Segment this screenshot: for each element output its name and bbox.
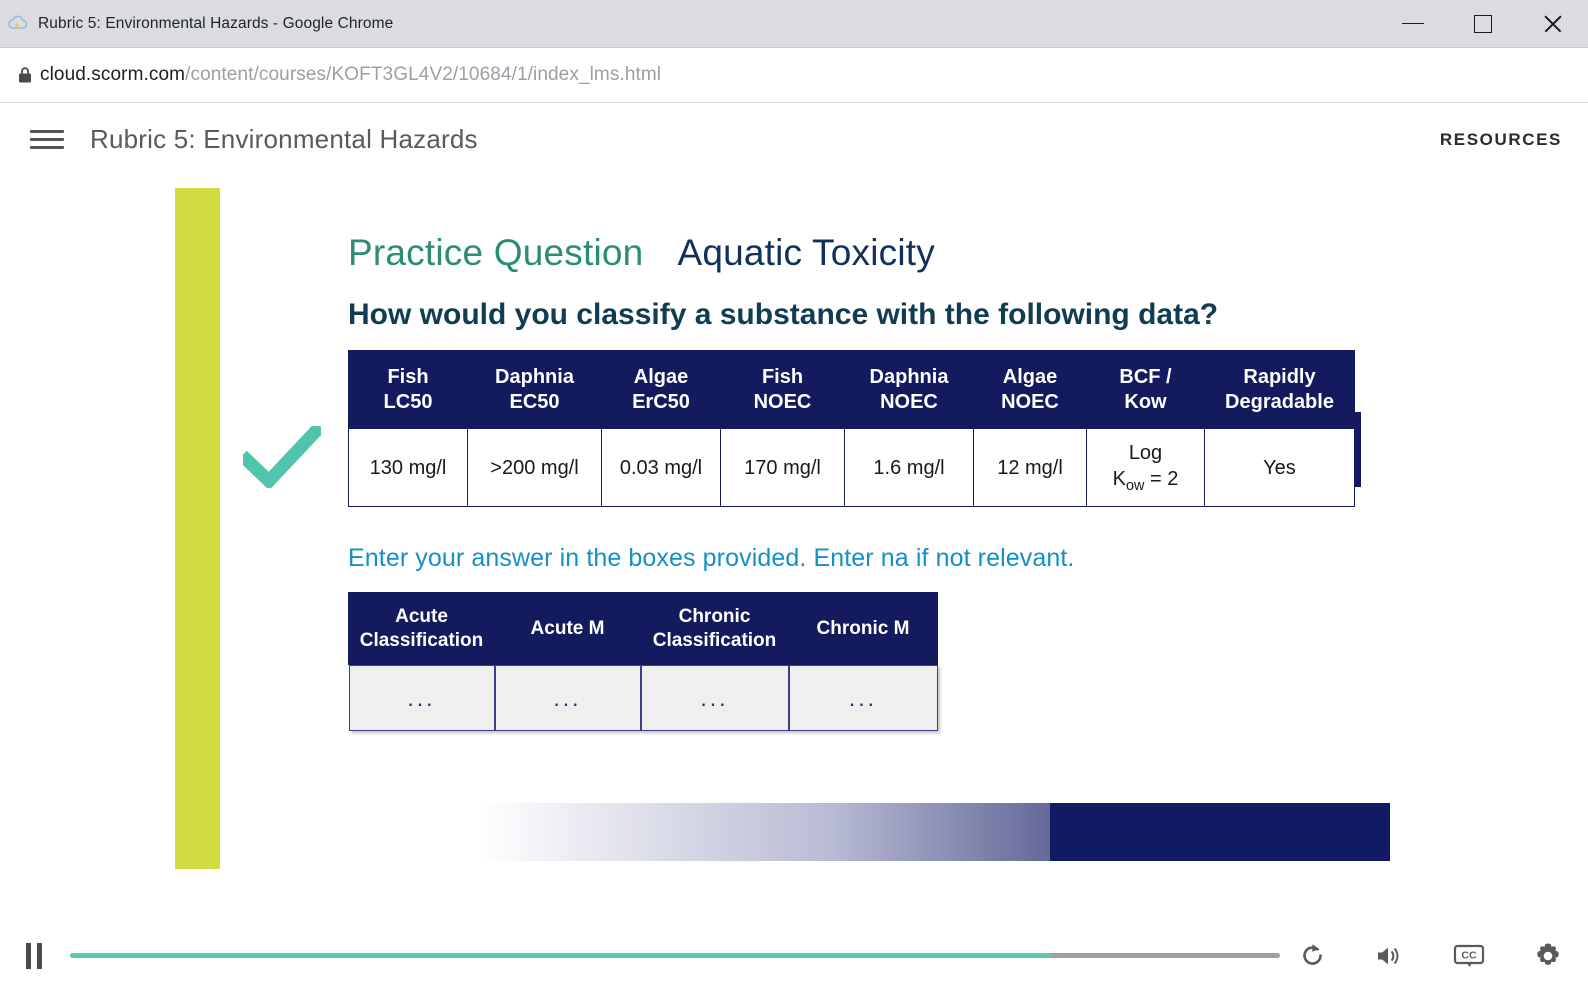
chronic-classification-input[interactable]: ... bbox=[640, 665, 789, 731]
cell-fish-lc50: 130 mg/l bbox=[348, 428, 468, 507]
url-text: cloud.scorm.com/content/courses/KOFT3GL4… bbox=[40, 64, 661, 86]
chronic-m-input[interactable]: ... bbox=[788, 665, 938, 731]
cell-daphnia-ec50: >200 mg/l bbox=[467, 428, 602, 507]
maximize-icon[interactable] bbox=[1448, 0, 1518, 47]
cell-daphnia-noec: 1.6 mg/l bbox=[844, 428, 974, 507]
volume-icon[interactable] bbox=[1374, 942, 1406, 970]
col-header-acute-m: Acute M bbox=[494, 592, 641, 665]
resources-button[interactable]: RESOURCES bbox=[1440, 130, 1562, 150]
col-header-acute-classification: Acute Classification bbox=[348, 592, 495, 665]
cell-rapidly-degradable: Yes bbox=[1204, 428, 1355, 507]
answer-entry-table: Acute Classification Acute M Chronic Cla… bbox=[348, 592, 938, 731]
slide-footer-bar-solid bbox=[1050, 803, 1390, 861]
col-header-algae-noec: Algae NOEC bbox=[973, 350, 1087, 429]
progress-scrubber[interactable] bbox=[70, 953, 1280, 958]
closed-caption-icon[interactable]: CC bbox=[1452, 941, 1486, 971]
hamburger-menu-icon[interactable] bbox=[30, 130, 64, 149]
lock-icon bbox=[10, 66, 40, 84]
col-header-rapidly-degradable: Rapidly Degradable bbox=[1204, 350, 1355, 429]
minimize-icon[interactable] bbox=[1378, 0, 1448, 47]
acute-classification-input[interactable]: ... bbox=[348, 665, 495, 731]
browser-address-bar[interactable]: cloud.scorm.com/content/courses/KOFT3GL4… bbox=[0, 48, 1588, 103]
cell-acute-classification-input: ... bbox=[348, 665, 495, 731]
cell-algae-noec: 12 mg/l bbox=[973, 428, 1087, 507]
cell-bcf-kow-line2: Kow = 2 bbox=[1112, 467, 1179, 494]
close-icon[interactable] bbox=[1518, 0, 1588, 47]
col-header-bcf-kow: BCF / Kow bbox=[1086, 350, 1205, 429]
course-header: Rubric 5: Environmental Hazards RESOURCE… bbox=[0, 103, 1588, 176]
cloud-lightning-icon bbox=[4, 10, 32, 38]
acute-m-input[interactable]: ... bbox=[494, 665, 641, 731]
progress-fill bbox=[70, 953, 1051, 958]
answer-instructions: Enter your answer in the boxes provided.… bbox=[348, 544, 1075, 572]
svg-text:CC: CC bbox=[1461, 949, 1477, 961]
cell-fish-noec: 170 mg/l bbox=[720, 428, 845, 507]
url-host: cloud.scorm.com bbox=[40, 64, 186, 85]
col-header-daphnia-noec: Daphnia NOEC bbox=[844, 350, 974, 429]
col-header-algae-erc50: Algae ErC50 bbox=[601, 350, 721, 429]
replay-icon[interactable] bbox=[1298, 941, 1328, 971]
cell-bcf-kow: Log Kow = 2 bbox=[1086, 428, 1205, 507]
pause-button[interactable] bbox=[26, 942, 42, 969]
table-header-row: Fish LC50 Daphnia EC50 Algae ErC50 Fish … bbox=[348, 350, 1355, 429]
checkmark-icon bbox=[237, 421, 326, 493]
browser-title-bar: Rubric 5: Environmental Hazards - Google… bbox=[0, 0, 1588, 48]
media-player-bar: CC bbox=[0, 905, 1588, 1005]
table-row: 130 mg/l >200 mg/l 0.03 mg/l 170 mg/l 1.… bbox=[348, 428, 1355, 507]
url-path: /content/courses/KOFT3GL4V2/10684/1/inde… bbox=[185, 64, 662, 85]
slide-stage: Practice Question Aquatic Toxicity Quest… bbox=[0, 176, 1588, 876]
substance-data-table: Fish LC50 Daphnia EC50 Algae ErC50 Fish … bbox=[348, 350, 1355, 507]
col-header-chronic-m: Chronic M bbox=[788, 592, 938, 665]
question-prompt: How would you classify a substance with … bbox=[348, 298, 1219, 331]
headline-topic: Aquatic Toxicity bbox=[677, 232, 935, 273]
decorative-accent-bar bbox=[175, 188, 220, 869]
answer-header-row: Acute Classification Acute M Chronic Cla… bbox=[348, 592, 938, 665]
cell-algae-erc50: 0.03 mg/l bbox=[601, 428, 721, 507]
cell-chronic-m-input: ... bbox=[788, 665, 938, 731]
course-title: Rubric 5: Environmental Hazards bbox=[90, 124, 478, 154]
col-header-daphnia-ec50: Daphnia EC50 bbox=[467, 350, 602, 429]
answer-input-row: ... ... ... ... bbox=[348, 665, 938, 731]
cell-acute-m-input: ... bbox=[494, 665, 641, 731]
col-header-fish-noec: Fish NOEC bbox=[720, 350, 845, 429]
col-header-chronic-classification: Chronic Classification bbox=[640, 592, 789, 665]
player-icon-group: CC bbox=[1298, 940, 1564, 972]
cell-bcf-kow-line1: Log bbox=[1128, 441, 1163, 464]
gear-icon[interactable] bbox=[1532, 940, 1564, 972]
col-header-fish-lc50: Fish LC50 bbox=[348, 350, 468, 429]
window-controls bbox=[1378, 0, 1588, 47]
slide-headline: Practice Question Aquatic Toxicity bbox=[348, 232, 935, 274]
headline-eyebrow: Practice Question bbox=[348, 232, 644, 273]
cell-chronic-classification-input: ... bbox=[640, 665, 789, 731]
browser-tab-title: Rubric 5: Environmental Hazards - Google… bbox=[38, 14, 394, 32]
